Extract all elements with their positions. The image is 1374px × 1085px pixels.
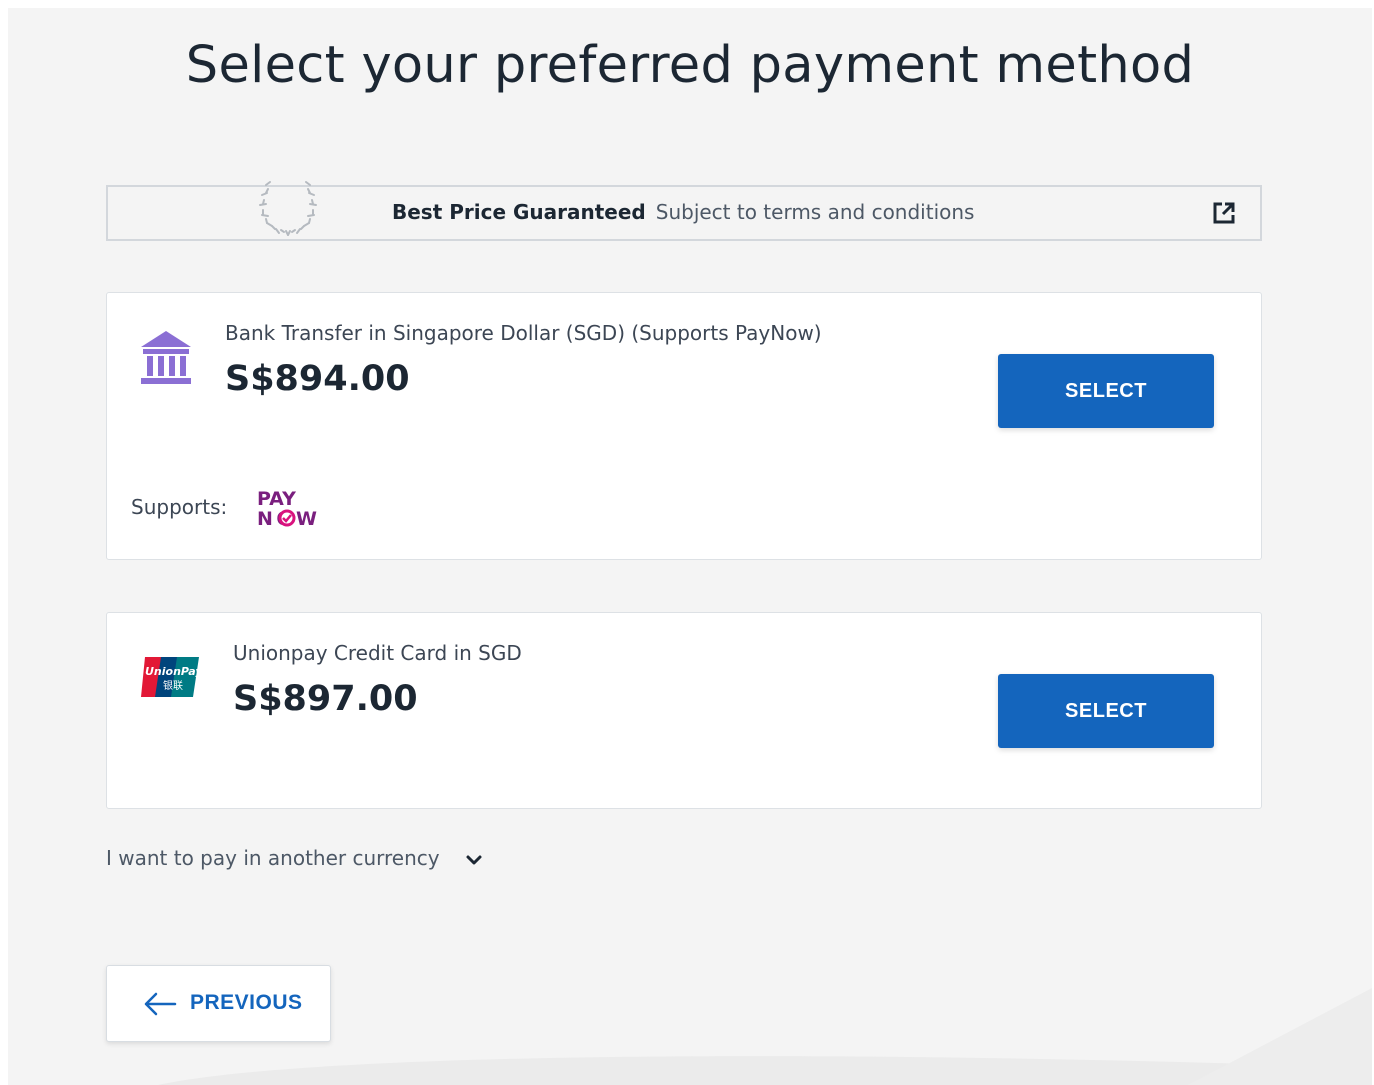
external-link-icon[interactable]: [1212, 201, 1236, 225]
paynow-logo: PAY NOW: [257, 488, 317, 529]
payment-method-name: Unionpay Credit Card in SGD: [233, 641, 522, 665]
page-background: Select your preferred payment method Bes…: [8, 8, 1372, 1085]
select-bank-transfer-button[interactable]: SELECT: [998, 354, 1214, 428]
previous-label: PREVIOUS: [190, 991, 303, 1014]
payment-method-name: Bank Transfer in Singapore Dollar (SGD) …: [225, 321, 822, 345]
supports-label: Supports:: [131, 495, 228, 519]
payment-option-bank-transfer: Bank Transfer in Singapore Dollar (SGD) …: [106, 292, 1262, 560]
payment-option-unionpay: UnionPay 银联 Unionpay Credit Card in SGD …: [106, 612, 1262, 809]
svg-text:UnionPay: UnionPay: [145, 665, 201, 678]
banner-subtitle: Subject to terms and conditions: [655, 200, 975, 224]
payment-method-price: S$894.00: [225, 359, 410, 399]
laurel-icon: [259, 181, 317, 236]
other-currency-toggle[interactable]: I want to pay in another currency: [106, 846, 484, 870]
banner-title: Best Price Guaranteed: [392, 200, 646, 224]
svg-text:银联: 银联: [163, 679, 183, 692]
arrow-left-icon: [144, 992, 177, 1016]
previous-button[interactable]: PREVIOUS: [106, 965, 331, 1042]
payment-method-price: S$897.00: [233, 679, 418, 719]
select-unionpay-button[interactable]: SELECT: [998, 674, 1214, 748]
banner-text: Best Price Guaranteed Subject to terms an…: [392, 200, 974, 224]
unionpay-icon: UnionPay 银联: [141, 657, 201, 697]
page-title: Select your preferred payment method: [185, 36, 1195, 95]
best-price-banner: Best Price Guaranteed Subject to terms an…: [106, 181, 1262, 241]
chevron-down-icon: [466, 855, 482, 864]
bank-icon: [141, 331, 191, 384]
svg-text:PAY: PAY: [257, 488, 296, 510]
other-currency-label: I want to pay in another currency: [106, 846, 440, 870]
